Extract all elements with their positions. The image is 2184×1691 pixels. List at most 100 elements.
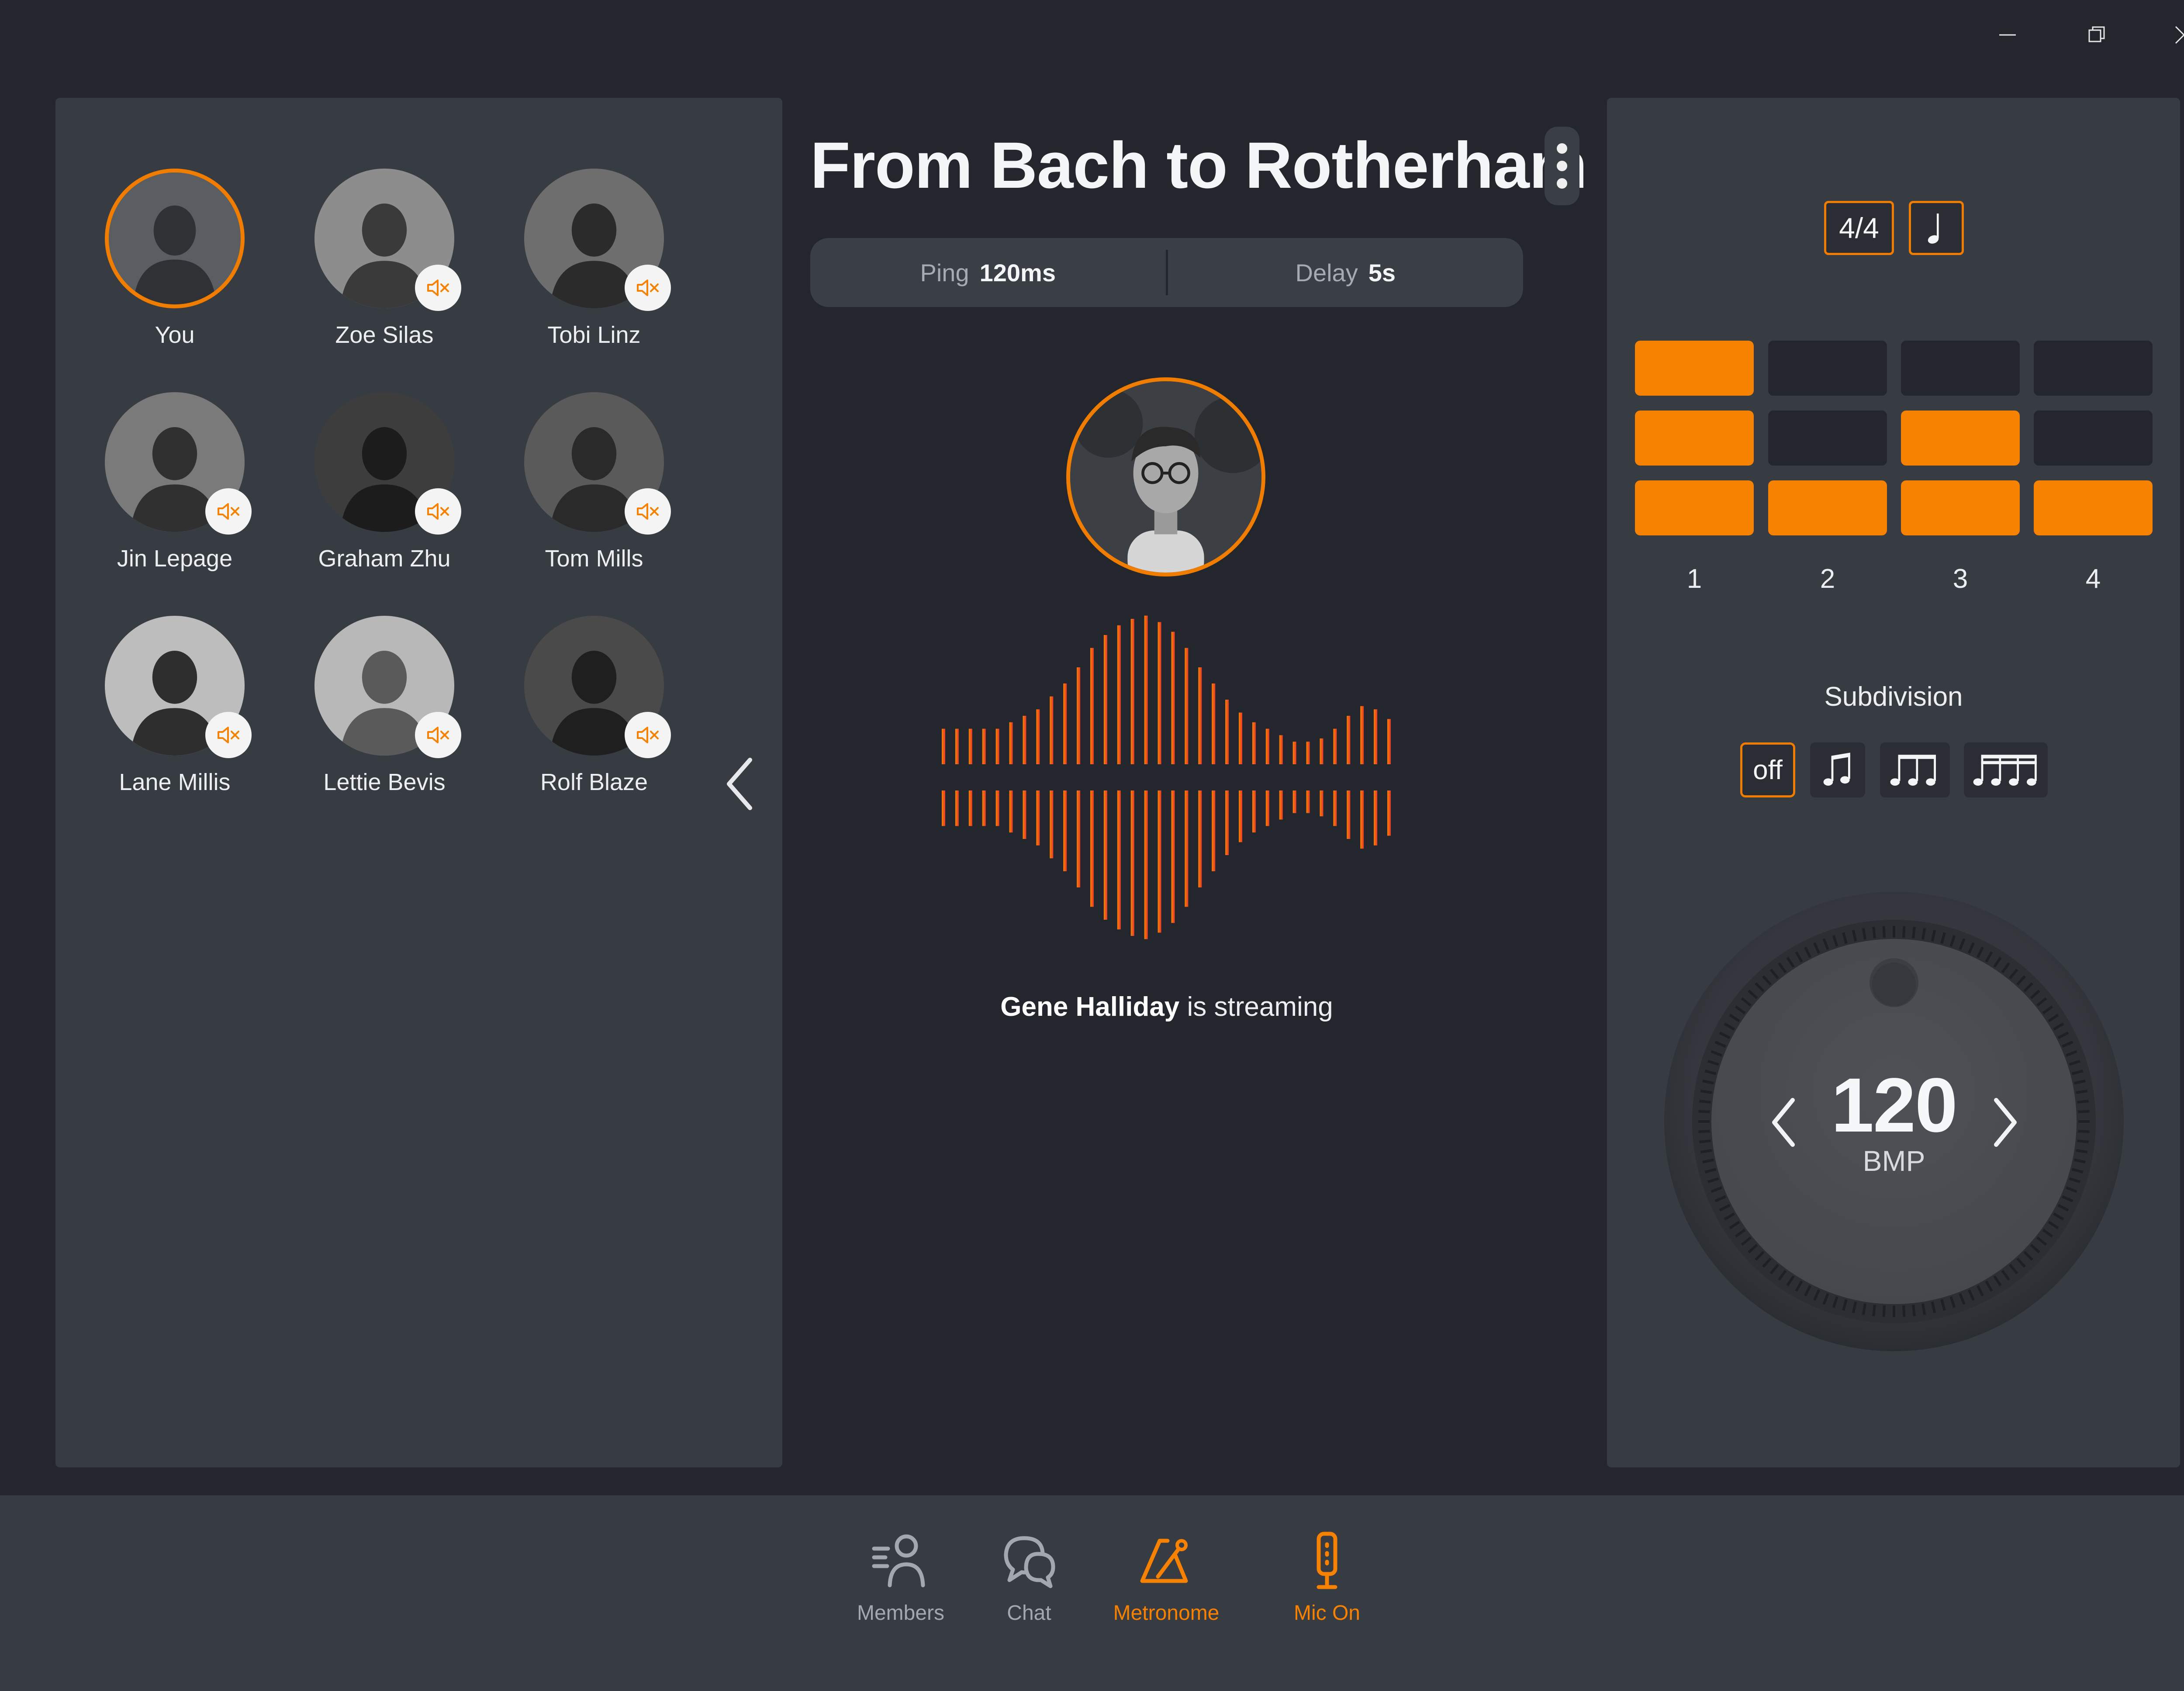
note-value-button[interactable] (1909, 201, 1964, 255)
waveform-bar (1144, 615, 1148, 764)
muted-badge (415, 712, 461, 758)
waveform-bar (995, 790, 999, 826)
collapse-panel-button[interactable] (721, 751, 760, 817)
beat-cell[interactable] (1768, 480, 1887, 535)
beat-number: 1 (1686, 564, 1702, 594)
speaker-muted-icon (637, 280, 659, 296)
waveform-bar (1036, 709, 1040, 764)
dial-tick (1872, 1304, 1876, 1316)
nav-metronome[interactable]: Metronome (1101, 1529, 1232, 1642)
waveform-bar (1320, 790, 1324, 817)
beat-cell[interactable] (2034, 341, 2153, 396)
waveform-bar (1374, 709, 1378, 764)
member-card[interactable]: Rolf Blaze (502, 616, 686, 825)
beat-number: 3 (1952, 564, 1968, 594)
dial-tick (1862, 928, 1866, 940)
beat-cell[interactable] (1635, 341, 1754, 396)
member-card[interactable]: You (83, 169, 266, 378)
ping-label: Ping (920, 259, 969, 286)
waveform-bar (1239, 712, 1242, 764)
waveform-bar (942, 728, 945, 764)
waveform-bar (968, 728, 972, 764)
waveform-bar (1360, 706, 1364, 764)
waveform-bar (1103, 635, 1107, 764)
close-button[interactable] (2158, 17, 2184, 52)
beat-cell[interactable] (2034, 411, 2153, 466)
kebab-dot-icon (1557, 178, 1567, 189)
dial-tick (1872, 927, 1876, 939)
waveform-bar (1117, 790, 1121, 930)
speaker-muted-icon (427, 727, 449, 743)
waveform-bar (1103, 790, 1107, 920)
delay-label: Delay (1295, 259, 1358, 286)
speaker-muted-icon (427, 280, 449, 296)
nav-chat[interactable]: Chat (964, 1529, 1095, 1642)
member-name: You (155, 322, 195, 348)
beat-cell[interactable] (1768, 411, 1887, 466)
nav-mic[interactable]: Mic On (1261, 1529, 1393, 1642)
waveform-bar (1050, 790, 1054, 859)
member-card[interactable]: Zoe Silas (293, 169, 476, 378)
waveform-bar (1347, 790, 1351, 839)
kebab-dot-icon (1557, 143, 1567, 154)
close-icon (2175, 26, 2184, 44)
waveform-bar (1265, 790, 1269, 826)
streaming-suffix: is streaming (1179, 992, 1333, 1022)
beat-cell[interactable] (1768, 341, 1887, 396)
member-name: Lettie Bevis (323, 769, 446, 795)
waveform-bar (1279, 735, 1283, 764)
waveform-bar (1063, 790, 1067, 871)
speaker-muted-icon (637, 503, 659, 520)
bpm-value: 120 (1831, 1063, 1958, 1148)
waveform-bar (982, 728, 986, 764)
subdivision-off-button[interactable]: off (1740, 742, 1795, 797)
microphone-icon (1317, 1532, 1337, 1589)
member-card[interactable]: Graham Zhu (293, 392, 476, 602)
member-name: Graham Zhu (318, 545, 451, 572)
waveform-bar (995, 728, 999, 764)
member-card[interactable]: Tobi Linz (502, 169, 686, 378)
audio-waveform (917, 615, 1415, 939)
app-window: You Zoe Silas Tobi Linz Jin Lepage Graham Zh… (0, 0, 2184, 1691)
waveform-bar (1212, 683, 1216, 764)
dial-tick (1912, 927, 1916, 939)
beat-cell[interactable] (1901, 411, 2020, 466)
speaker-muted-icon (218, 503, 239, 520)
streaming-status: Gene Halliday is streaming (810, 991, 1523, 1022)
member-card[interactable]: Lettie Bevis (293, 616, 476, 825)
subdivision-eighth-button[interactable] (1810, 742, 1865, 797)
member-name: Jin Lepage (117, 545, 233, 572)
nav-members[interactable]: Members (835, 1529, 966, 1642)
member-card[interactable]: Jin Lepage (83, 392, 266, 602)
room-menu-button[interactable] (1545, 127, 1579, 205)
minimize-button[interactable] (1981, 17, 2034, 52)
muted-badge (625, 265, 671, 311)
waveform-bar (1252, 790, 1256, 833)
beat-cell[interactable] (2034, 480, 2153, 535)
waveform-bar (1185, 790, 1189, 907)
waveform-bar (1320, 738, 1324, 764)
waveform-bar (1252, 722, 1256, 764)
muted-badge (625, 488, 671, 535)
member-card[interactable]: Tom Mills (502, 392, 686, 602)
waveform-bar (1050, 696, 1054, 764)
restore-button[interactable] (2070, 17, 2123, 52)
subdivision-sixteenth-button[interactable] (1964, 742, 2048, 797)
waveform-bar (1077, 790, 1081, 887)
member-card[interactable]: Lane Millis (83, 616, 266, 825)
waveform-bar (1158, 790, 1161, 933)
subdivision-triplet-button[interactable] (1880, 742, 1950, 797)
waveform-bar (1130, 619, 1134, 764)
quarter-note-icon (1928, 213, 1939, 244)
room-title: From Bach to Rotherham (810, 128, 1587, 202)
chat-icon (1004, 1536, 1055, 1588)
restore-icon (2088, 26, 2105, 42)
chevron-left-icon (727, 758, 752, 810)
beat-cell[interactable] (1635, 411, 1754, 466)
beat-cell[interactable] (1901, 480, 2020, 535)
beat-cell[interactable] (1901, 341, 2020, 396)
nav-mic-label: Mic On (1293, 1601, 1360, 1625)
time-signature-button[interactable]: 4/4 (1824, 201, 1894, 255)
beat-cell[interactable] (1635, 480, 1754, 535)
dial-tick (1862, 1303, 1866, 1315)
